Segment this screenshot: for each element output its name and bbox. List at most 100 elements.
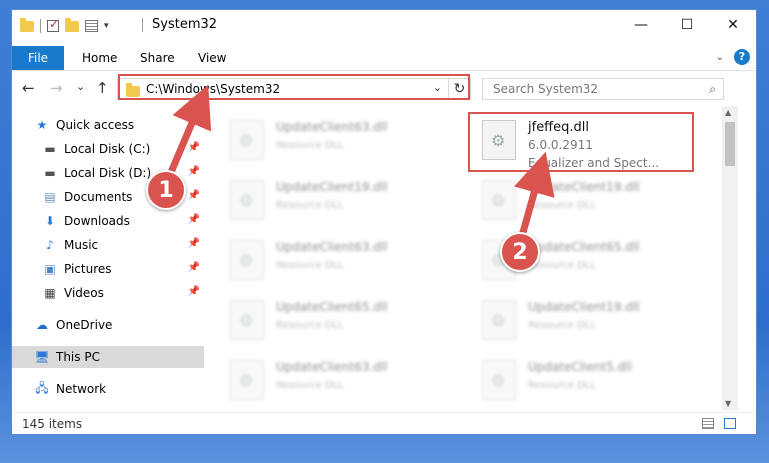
file-item[interactable]: UpdateClient19.dll Resource DLL bbox=[468, 172, 698, 228]
network-icon: 🖧 bbox=[35, 380, 49, 395]
scrollbar-thumb[interactable] bbox=[725, 122, 735, 166]
details-view-icon[interactable] bbox=[702, 418, 714, 429]
pin-icon[interactable]: 📌 bbox=[188, 166, 200, 177]
file-item[interactable]: UpdateClient63.dll Resource DLL bbox=[216, 232, 446, 288]
maximize-button[interactable]: ☐ bbox=[664, 10, 710, 40]
dll-file-icon bbox=[230, 240, 264, 280]
pin-icon[interactable]: 📌 bbox=[188, 286, 200, 297]
sidebar-item-label: Music bbox=[64, 238, 99, 252]
expand-ribbon-icon[interactable]: ⌄ bbox=[716, 52, 724, 63]
star-icon: ★ bbox=[36, 118, 48, 132]
file-item[interactable]: UpdateClient63.dll Resource DLL bbox=[216, 352, 446, 408]
file-item[interactable]: UpdateClient65.dll Resource DLL bbox=[216, 292, 446, 348]
search-input[interactable]: Search System32 ⌕ bbox=[482, 78, 724, 100]
ribbon-right-controls: ⌄ ? bbox=[716, 49, 750, 65]
new-folder-icon[interactable] bbox=[65, 17, 79, 32]
sidebar-item-label: Quick access bbox=[56, 118, 135, 132]
file-type: Resource DLL bbox=[276, 200, 344, 211]
file-name: UpdateClient63.dll bbox=[276, 360, 388, 374]
tab-file[interactable]: File bbox=[12, 46, 64, 70]
sidebar-item-label: Pictures bbox=[64, 262, 112, 276]
file-item[interactable]: UpdateClient63.dll Resource DLL bbox=[216, 112, 446, 168]
file-type: Resource DLL bbox=[276, 260, 344, 271]
dll-file-icon bbox=[482, 360, 516, 400]
step-2-badge: 2 bbox=[500, 232, 540, 272]
tab-home[interactable]: Home bbox=[82, 46, 117, 70]
sidebar-item-label: Documents bbox=[64, 190, 133, 204]
sidebar-item-label: This PC bbox=[56, 350, 100, 364]
sidebar-item-downloads[interactable]: ⬇ Downloads 📌 bbox=[12, 210, 204, 232]
download-icon: ⬇ bbox=[44, 214, 56, 228]
close-button[interactable]: ✕ bbox=[710, 10, 756, 40]
dll-file-icon bbox=[482, 300, 516, 340]
tab-view[interactable]: View bbox=[198, 46, 226, 70]
documents-icon: ▤ bbox=[44, 190, 56, 204]
vertical-scrollbar[interactable]: ▲ ▼ bbox=[722, 106, 738, 410]
pin-icon[interactable]: 📌 bbox=[188, 142, 200, 153]
file-name: UpdateClient19.dll bbox=[528, 300, 640, 314]
cloud-icon: ☁ bbox=[36, 318, 48, 332]
navigation-bar: ← → ⌄ ↑ C:\Windows\System32 ⌄ ↻ Search S… bbox=[12, 74, 756, 104]
file-type: Resource DLL bbox=[276, 140, 344, 151]
title-divider bbox=[142, 18, 143, 32]
ribbon-tabs: File Home Share View ⌄ ? bbox=[12, 46, 756, 71]
file-item[interactable]: UpdateClient5.dll Resource DLL bbox=[468, 352, 698, 408]
recent-locations-button[interactable]: ⌄ bbox=[76, 80, 85, 93]
pin-icon[interactable]: 📌 bbox=[188, 190, 200, 201]
sidebar-item-this-pc[interactable]: 🖥 This PC bbox=[12, 346, 204, 368]
pin-icon[interactable]: 📌 bbox=[188, 238, 200, 249]
file-item[interactable]: UpdateClient19.dll Resource DLL bbox=[216, 172, 446, 228]
properties-check-icon[interactable] bbox=[47, 17, 59, 32]
sidebar-item-local-disk-c[interactable]: ▬ Local Disk (C:) 📌 bbox=[12, 138, 204, 160]
help-icon[interactable]: ? bbox=[734, 49, 750, 65]
search-placeholder: Search System32 bbox=[493, 82, 599, 96]
file-name: UpdateClient63.dll bbox=[276, 240, 388, 254]
tiles-view-icon[interactable] bbox=[724, 418, 736, 429]
sidebar-item-videos[interactable]: ▦ Videos 📌 bbox=[12, 282, 204, 304]
properties-icon[interactable] bbox=[85, 20, 98, 32]
dll-file-icon bbox=[230, 360, 264, 400]
sidebar-item-onedrive[interactable]: ☁ OneDrive bbox=[12, 314, 204, 336]
window-title: System32 bbox=[152, 17, 218, 32]
dll-file-icon bbox=[230, 300, 264, 340]
file-name: UpdateClient19.dll bbox=[276, 180, 388, 194]
up-button[interactable]: ↑ bbox=[96, 79, 109, 97]
dll-file-icon bbox=[230, 120, 264, 160]
dll-file-icon bbox=[230, 180, 264, 220]
file-type: Resource DLL bbox=[276, 380, 344, 391]
computer-icon: 🖥 bbox=[34, 350, 50, 364]
file-type: Resource DLL bbox=[276, 320, 344, 331]
quick-access-toolbar: ▾ bbox=[20, 17, 109, 34]
sidebar-item-pictures[interactable]: ▣ Pictures 📌 bbox=[12, 258, 204, 280]
file-type: Resource DLL bbox=[528, 260, 596, 271]
back-button[interactable]: ← bbox=[22, 79, 35, 97]
dll-file-icon bbox=[482, 180, 516, 220]
file-name: UpdateClient19.dll bbox=[528, 180, 640, 194]
minimize-button[interactable]: — bbox=[618, 10, 664, 40]
status-bar: 145 items bbox=[12, 412, 756, 434]
sidebar-item-label: Videos bbox=[64, 286, 104, 300]
explorer-window: ▾ System32 — ☐ ✕ File Home Share View ⌄ … bbox=[12, 10, 756, 434]
drive-icon: ▬ bbox=[44, 166, 56, 180]
customize-toolbar-icon[interactable]: ▾ bbox=[104, 21, 109, 31]
sidebar-item-quick-access[interactable]: ★ Quick access bbox=[12, 114, 204, 136]
window-controls: — ☐ ✕ bbox=[618, 10, 756, 40]
sidebar-item-label: Local Disk (D:) bbox=[64, 166, 152, 180]
file-item[interactable]: UpdateClient19.dll Resource DLL bbox=[468, 292, 698, 348]
pin-icon[interactable]: 📌 bbox=[188, 262, 200, 273]
pin-icon[interactable]: 📌 bbox=[188, 214, 200, 225]
sidebar-item-music[interactable]: ♪ Music 📌 bbox=[12, 234, 204, 256]
toolbar-divider bbox=[40, 19, 41, 33]
search-icon[interactable]: ⌕ bbox=[709, 82, 716, 97]
sidebar-item-label: Local Disk (C:) bbox=[64, 142, 151, 156]
address-highlight-box bbox=[118, 74, 470, 100]
tab-share[interactable]: Share bbox=[140, 46, 175, 70]
file-name: UpdateClient5.dll bbox=[528, 360, 632, 374]
videos-icon: ▦ bbox=[44, 286, 56, 300]
sidebar-item-network[interactable]: 🖧 Network bbox=[12, 378, 204, 400]
sidebar-item-label: OneDrive bbox=[56, 318, 113, 332]
scroll-up-icon[interactable]: ▲ bbox=[725, 108, 731, 117]
sidebar-item-label: Network bbox=[56, 382, 107, 396]
forward-button[interactable]: → bbox=[50, 79, 63, 97]
scroll-down-icon[interactable]: ▼ bbox=[725, 399, 731, 408]
